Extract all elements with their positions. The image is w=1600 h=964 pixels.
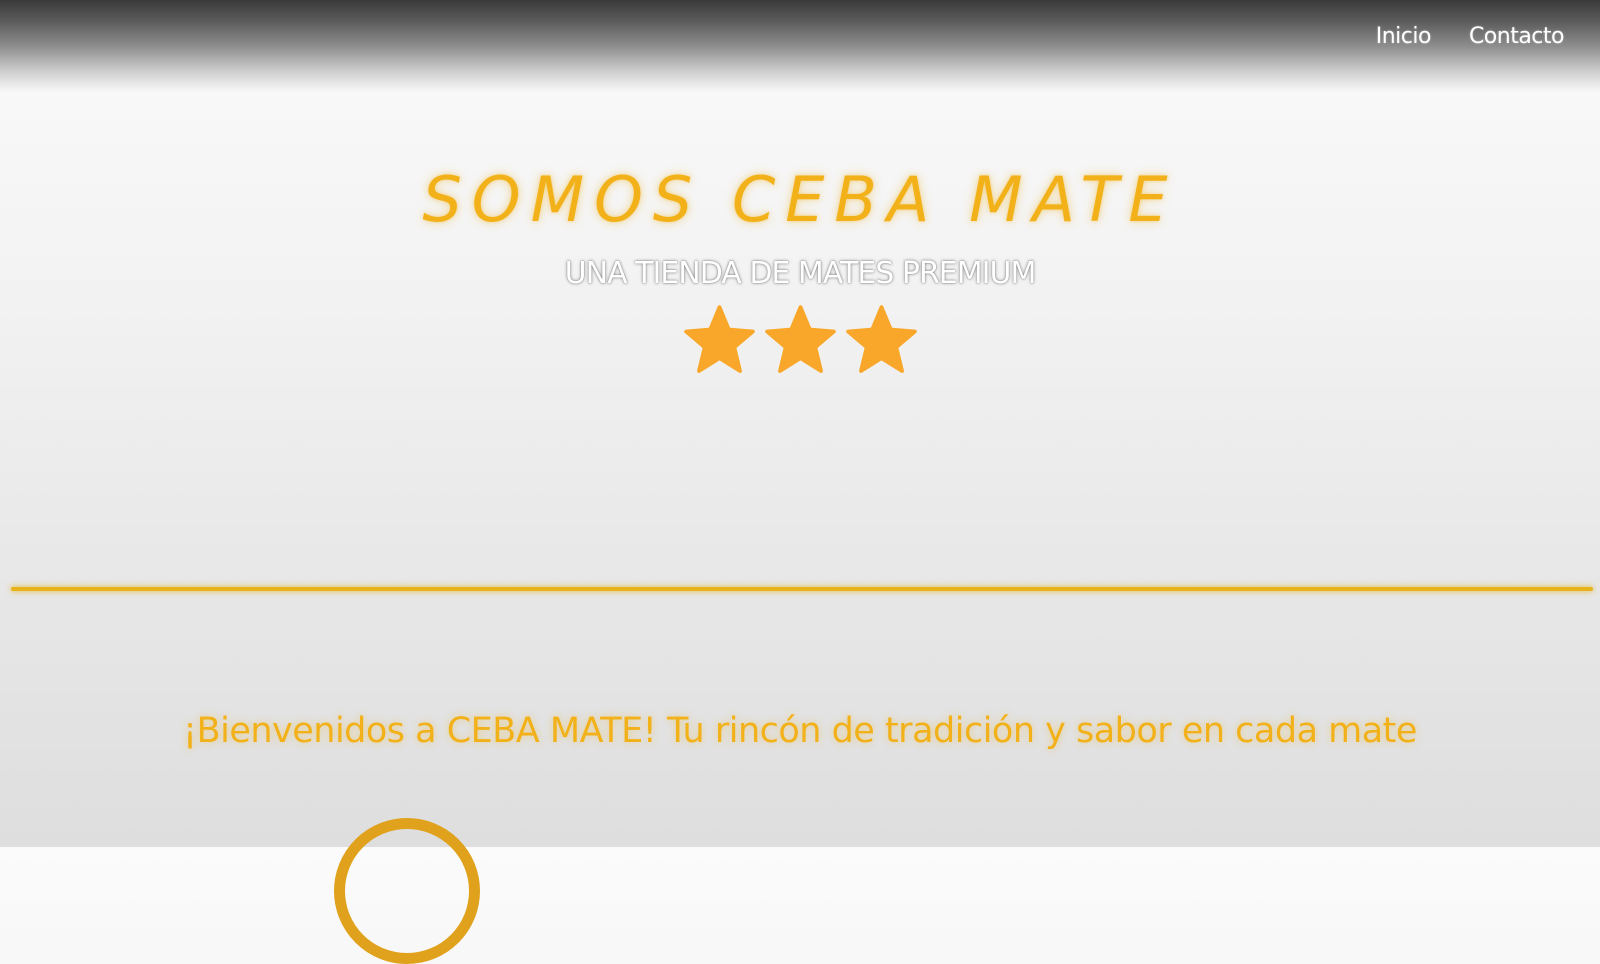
section-divider [11,587,1593,591]
rating-stars [0,302,1600,379]
top-header-bar [0,0,1600,92]
mate-logo-icon [334,818,480,964]
main-nav: Inicio Contacto [1376,24,1565,49]
nav-link-contacto[interactable]: Contacto [1469,24,1565,49]
welcome-text: ¡Bienvenidos a CEBA MATE! Tu rincón de t… [183,711,1417,751]
star-icon [683,305,755,373]
star-icon [764,305,836,373]
star-icon [845,305,917,373]
hero-subtitle: UNA TIENDA DE MATES PREMIUM [564,256,1037,291]
hero-title: SOMOS CEBA MATE [422,163,1178,236]
nav-link-inicio[interactable]: Inicio [1376,24,1432,49]
